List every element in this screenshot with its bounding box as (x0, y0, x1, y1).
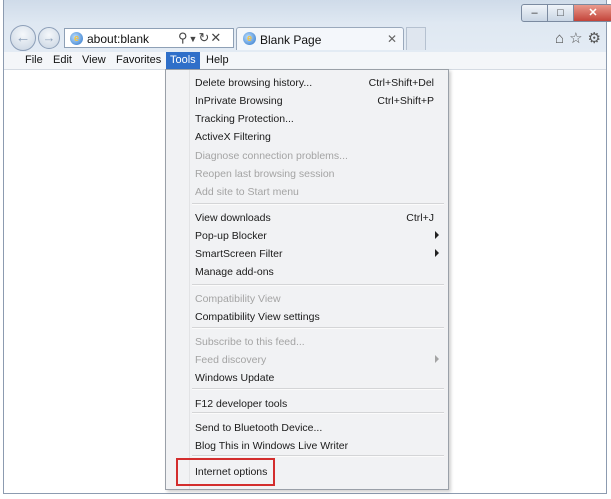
maximize-button[interactable]: □ (547, 4, 574, 22)
close-window-button[interactable]: ✕ (573, 4, 611, 22)
menu-help[interactable]: Help (202, 52, 233, 69)
menu-item-label: Diagnose connection problems... (195, 150, 348, 162)
menu-item-label: Feed discovery (195, 354, 267, 366)
dropdown-arrow-icon[interactable]: ▼ (189, 34, 199, 44)
menu-item-label: F12 developer tools (195, 398, 288, 410)
menu-item-manage-add-ons[interactable]: Manage add-ons (190, 263, 446, 281)
menu-separator (192, 327, 444, 329)
menu-item-label: ActiveX Filtering (195, 131, 271, 143)
menu-item-reopen-last-browsing-session: Reopen last browsing session (190, 165, 446, 183)
menu-item-tracking-protection[interactable]: Tracking Protection... (190, 110, 446, 128)
menu-separator (192, 412, 444, 414)
address-url[interactable]: about:blank (87, 32, 149, 46)
tools-menu-dropdown: Delete browsing history... Ctrl+Shift+Del… (165, 69, 449, 490)
minimize-button[interactable]: – (521, 4, 548, 22)
menu-item-feed-discovery: Feed discovery (190, 351, 446, 369)
search-icon[interactable]: ⚲ (178, 30, 189, 45)
browser-window: ← → e about:blank ⚲▼↻✕ e Blank Page ✕ – … (3, 0, 611, 494)
tab-blank-page[interactable]: e Blank Page ✕ (236, 27, 404, 50)
title-bar: ← → e about:blank ⚲▼↻✕ e Blank Page ✕ – … (4, 0, 611, 52)
menu-item-label: Blog This in Windows Live Writer (195, 440, 349, 452)
menu-item-view-downloads[interactable]: View downloads Ctrl+J (190, 209, 446, 227)
tab-title: Blank Page (260, 33, 322, 47)
annotation-highlight-box (176, 458, 275, 486)
menu-item-label: Subscribe to this feed... (195, 336, 305, 348)
menu-icon-gutter (166, 70, 190, 489)
menu-separator (192, 284, 444, 286)
ie-page-icon: e (243, 32, 256, 45)
menu-item-label: InPrivate Browsing (195, 95, 283, 107)
submenu-arrow-icon (435, 355, 439, 363)
menu-item-label: Compatibility View settings (195, 311, 320, 323)
submenu-arrow-icon (435, 231, 439, 239)
menu-item-subscribe-to-this-feed: Subscribe to this feed... (190, 333, 446, 351)
forward-arrow-icon[interactable]: → (38, 27, 60, 49)
menu-view[interactable]: View (78, 52, 110, 69)
menu-item-compatibility-view: Compatibility View (190, 290, 446, 308)
menu-separator (192, 455, 444, 457)
menu-bar: File Edit View Favorites Tools Help (4, 52, 606, 70)
menu-item-windows-update[interactable]: Windows Update (190, 369, 446, 387)
command-icons: ⌂☆⚙ (555, 29, 606, 47)
menu-separator (192, 203, 444, 205)
gear-icon[interactable]: ⚙ (588, 30, 606, 47)
menu-item-diagnose-connection-problems: Diagnose connection problems... (190, 147, 446, 165)
menu-item-label: Compatibility View (195, 293, 281, 305)
menu-item-inprivate-browsing[interactable]: InPrivate Browsing Ctrl+Shift+P (190, 92, 446, 110)
menu-separator (192, 388, 444, 390)
menu-item-label: Add site to Start menu (195, 186, 299, 198)
stop-icon[interactable]: ✕ (210, 30, 222, 45)
menu-item-blog-this-in-windows-live-writer[interactable]: Blog This in Windows Live Writer (190, 437, 446, 455)
menu-item-delete-browsing-history[interactable]: Delete browsing history... Ctrl+Shift+Del (190, 74, 446, 92)
menu-item-label: Manage add-ons (195, 266, 274, 278)
menu-item-shortcut: Ctrl+J (406, 212, 434, 224)
menu-item-label: Windows Update (195, 372, 275, 384)
menu-item-f12-developer-tools[interactable]: F12 developer tools (190, 395, 446, 413)
menu-item-label: Pop-up Blocker (195, 230, 267, 242)
close-tab-icon[interactable]: ✕ (387, 32, 397, 46)
menu-favorites[interactable]: Favorites (112, 52, 165, 69)
ie-page-icon: e (70, 32, 83, 45)
menu-item-label: Reopen last browsing session (195, 168, 335, 180)
menu-edit[interactable]: Edit (49, 52, 76, 69)
menu-item-add-site-to-start-menu: Add site to Start menu (190, 183, 446, 201)
menu-item-compatibility-view-settings[interactable]: Compatibility View settings (190, 308, 446, 326)
menu-item-shortcut: Ctrl+Shift+P (377, 95, 434, 107)
home-icon[interactable]: ⌂ (555, 30, 569, 47)
menu-item-label: SmartScreen Filter (195, 248, 283, 260)
menu-item-label: Delete browsing history... (195, 77, 313, 89)
new-tab-button[interactable] (406, 27, 426, 50)
menu-item-label: Tracking Protection... (195, 113, 294, 125)
menu-item-pop-up-blocker[interactable]: Pop-up Blocker (190, 227, 446, 245)
address-bar-buttons: ⚲▼↻✕ (178, 28, 222, 48)
menu-item-label: Send to Bluetooth Device... (195, 422, 323, 434)
back-arrow-icon[interactable]: ← (10, 25, 36, 51)
menu-item-label: View downloads (195, 212, 271, 224)
menu-item-shortcut: Ctrl+Shift+Del (368, 77, 434, 89)
refresh-icon[interactable]: ↻ (198, 30, 210, 45)
star-icon[interactable]: ☆ (569, 30, 587, 47)
menu-item-activex-filtering[interactable]: ActiveX Filtering (190, 128, 446, 146)
submenu-arrow-icon (435, 249, 439, 257)
menu-item-send-to-bluetooth-device[interactable]: Send to Bluetooth Device... (190, 419, 446, 437)
menu-item-smartscreen-filter[interactable]: SmartScreen Filter (190, 245, 446, 263)
menu-tools[interactable]: Tools (166, 52, 200, 69)
menu-file[interactable]: File (21, 52, 47, 69)
